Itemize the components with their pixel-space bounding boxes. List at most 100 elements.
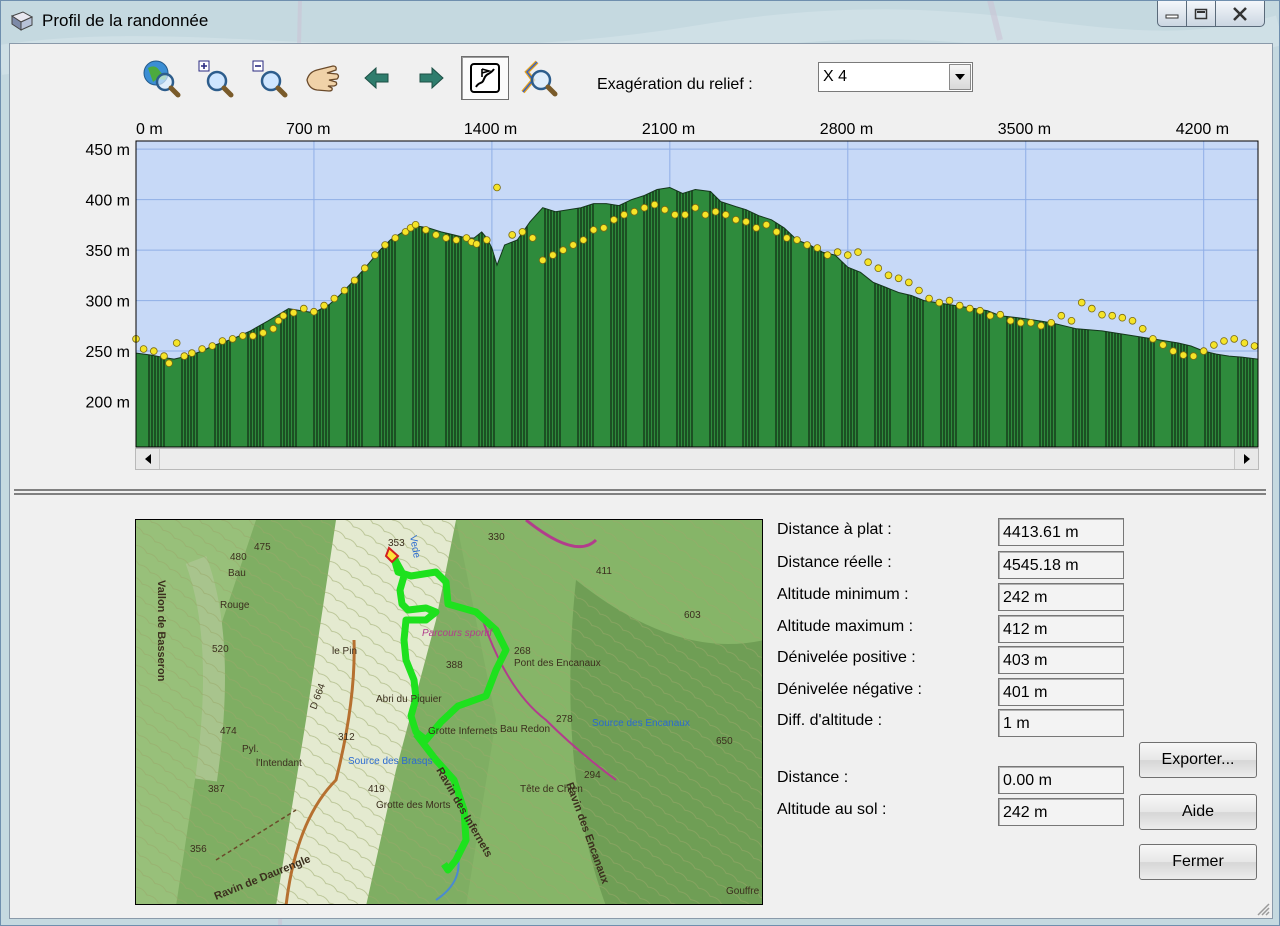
map-label: 268 [514, 646, 531, 657]
gps-point [803, 241, 811, 249]
title-bar[interactable]: Profil de la randonnée [1, 1, 1279, 41]
gps-point [599, 224, 608, 232]
close-icon [1233, 6, 1247, 21]
map-label: 294 [584, 770, 601, 781]
combo-dropdown-button[interactable] [949, 64, 971, 90]
gps-point [228, 335, 237, 343]
map-label: Source des Brasqs [348, 756, 433, 767]
gps-point [320, 301, 328, 310]
stats-label: Altitude maximum : [777, 618, 914, 635]
gps-point [1149, 335, 1157, 343]
zoom-out-icon [252, 60, 288, 98]
gps-point [1189, 352, 1198, 360]
y-tick-label: 450 m [86, 142, 130, 159]
gps-point [452, 236, 461, 244]
stats-value: 4545.18 m [998, 551, 1124, 579]
y-tick-label: 200 m [86, 395, 130, 412]
maximize-button[interactable] [1186, 1, 1216, 27]
gps-point [1006, 317, 1015, 325]
chevron-down-icon [955, 74, 965, 80]
cursor_info-value: 242 m [998, 798, 1124, 826]
map-label: 356 [190, 844, 207, 855]
gps-point [371, 251, 379, 259]
gps-point [289, 308, 298, 317]
gps-point [1128, 317, 1137, 325]
x-tick-label: 0 m [136, 121, 163, 138]
gps-point [528, 234, 537, 242]
previous-button[interactable] [353, 56, 401, 100]
gps-point [249, 332, 257, 340]
gps-point [630, 207, 639, 216]
pan-button[interactable] [299, 56, 347, 100]
horizontal-scrollbar[interactable] [135, 448, 1259, 470]
map-label: Parcours sportif [422, 628, 493, 639]
gps-point [721, 210, 730, 219]
arrow-left-small-icon [144, 454, 151, 464]
map-label: Source des Encanaux [592, 718, 690, 729]
gps-point [150, 347, 158, 355]
gps-point [1088, 304, 1096, 313]
gps-point [864, 258, 872, 267]
gps-point [1220, 337, 1228, 345]
gps-point [732, 216, 740, 224]
gps-point [269, 325, 278, 333]
gps-point [559, 246, 567, 254]
resize-grip-icon[interactable] [1254, 900, 1270, 916]
gps-point [279, 311, 288, 320]
zoom-out-button[interactable] [245, 56, 293, 100]
gps-point [482, 236, 491, 244]
export-button[interactable]: Exporter... [1139, 742, 1257, 778]
scroll-left-button[interactable] [136, 449, 160, 469]
map-label: 330 [488, 532, 505, 543]
gps-point [1138, 325, 1147, 333]
gps-point [172, 339, 181, 347]
stats-label: Diff. d'altitude : [777, 712, 883, 729]
map-label: 419 [368, 784, 385, 795]
gps-point [239, 332, 247, 340]
stats-value: 4413.61 m [998, 518, 1124, 546]
topo-map-canvas: Vede 330411480475BauRougeVallon de Basser… [136, 520, 762, 904]
map-label: Pyl. [242, 744, 259, 755]
gps-point [701, 210, 710, 219]
map-label: 520 [212, 644, 229, 655]
stats-label: Dénivelée positive : [777, 649, 916, 666]
minimize-button[interactable] [1157, 1, 1187, 27]
next-button[interactable] [407, 56, 455, 100]
gps-point [894, 274, 903, 283]
gps-point [198, 345, 206, 353]
gps-point [381, 241, 389, 249]
map-label: 388 [446, 660, 463, 671]
hand-icon [306, 65, 340, 92]
gps-point [660, 205, 669, 214]
gps-point [1098, 310, 1106, 319]
help-button[interactable]: Aide [1139, 794, 1257, 830]
gps-point [579, 236, 588, 244]
gps-point [391, 234, 400, 242]
client-area: Exagération du relief : X 4 0 m 700 m 1400… [9, 43, 1273, 919]
gps-point [493, 183, 501, 192]
exaggeration-select[interactable]: X 4 [818, 62, 973, 92]
panel-splitter[interactable] [14, 489, 1266, 495]
close-dialog-button[interactable]: Fermer [1139, 844, 1257, 880]
close-button[interactable] [1215, 1, 1265, 27]
gps-point [762, 221, 771, 229]
zoom-in-button[interactable] [191, 56, 239, 100]
zoom-in-icon [198, 60, 234, 98]
gps-point [1077, 298, 1086, 307]
gps-point [1179, 351, 1188, 359]
profile-mode-button[interactable] [461, 56, 509, 100]
route-zoom-button[interactable] [515, 56, 563, 100]
elevation-profile-chart[interactable]: 0 m 700 m 1400 m 2100 m 2800 m 3500 m 4200 m 45… [10, 109, 1274, 449]
arrow-right-icon [419, 66, 444, 90]
gps-point [1026, 319, 1035, 327]
stats-label: Altitude minimum : [777, 586, 909, 603]
gps-point [904, 278, 913, 287]
scroll-right-button[interactable] [1234, 449, 1258, 469]
map-label: 411 [596, 566, 612, 577]
route-map[interactable]: Vede 330 411 480 475 Bau Rouge Vallon de Basser… [135, 519, 763, 905]
gps-point [691, 203, 700, 212]
gps-point [340, 286, 349, 295]
gps-point [139, 345, 148, 353]
arrow-left-icon [364, 66, 389, 90]
view-all-button[interactable] [137, 56, 185, 100]
